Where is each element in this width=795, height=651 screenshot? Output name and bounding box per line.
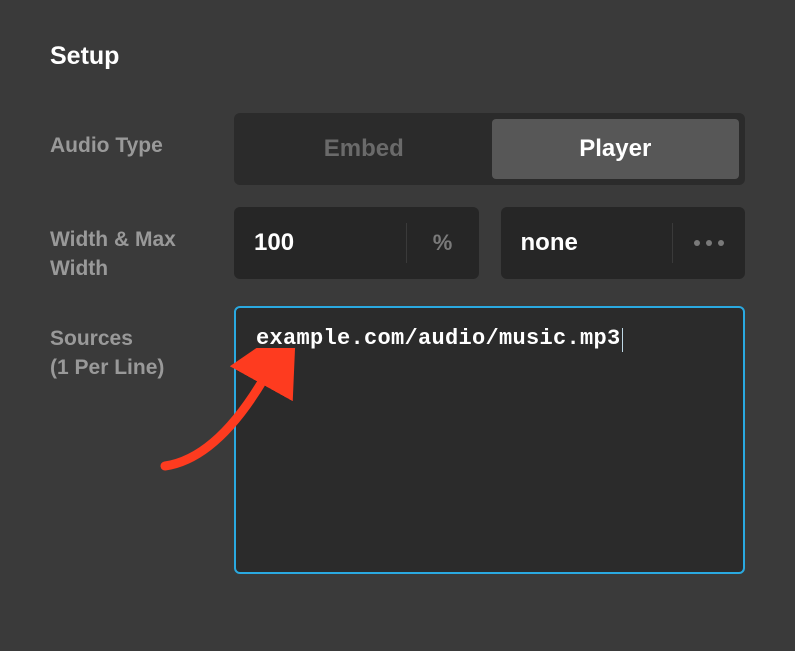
width-max-width-label: Width & Max Width <box>50 207 234 284</box>
player-button[interactable]: Player <box>492 119 740 179</box>
width-unit[interactable]: % <box>407 207 479 279</box>
sources-text: example.com/audio/music.mp3 <box>256 326 621 351</box>
section-title: Setup <box>50 42 745 71</box>
sources-textarea[interactable]: example.com/audio/music.mp3 <box>234 306 745 574</box>
text-cursor <box>622 328 623 352</box>
audio-type-label: Audio Type <box>50 113 234 185</box>
width-value[interactable]: 100 <box>234 207 406 279</box>
more-options-icon[interactable] <box>673 207 745 279</box>
embed-button[interactable]: Embed <box>240 119 488 179</box>
max-width-input-group[interactable]: none <box>501 207 746 279</box>
audio-type-toggle[interactable]: Embed Player <box>234 113 745 185</box>
sources-label: Sources (1 Per Line) <box>50 306 234 574</box>
width-input-group[interactable]: 100 % <box>234 207 479 279</box>
max-width-value[interactable]: none <box>501 207 673 279</box>
